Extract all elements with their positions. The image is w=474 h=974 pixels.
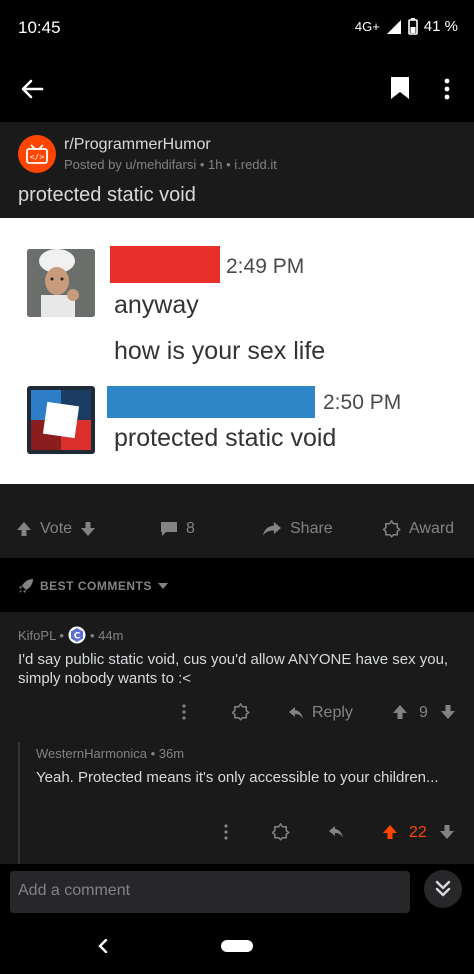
chef-avatar [27, 249, 95, 317]
comment-award-icon[interactable] [232, 703, 250, 721]
comment-score: 9 [419, 704, 428, 721]
reply-downvote-icon[interactable] [439, 824, 455, 840]
svg-text:C: C [74, 632, 81, 642]
reply-award-icon[interactable] [272, 823, 290, 841]
rocket-icon [18, 578, 34, 594]
status-time: 10:45 [18, 18, 61, 37]
post-image[interactable]: 2:49 PM anyway how is your sex life 2:50… [0, 218, 474, 484]
nav-home-pill[interactable] [221, 940, 253, 952]
spacer [0, 484, 474, 502]
comment-upvote-icon[interactable] [392, 704, 408, 720]
reply-upvote-icon[interactable] [382, 824, 398, 840]
back-arrow-icon[interactable] [20, 78, 44, 100]
comment-downvote-icon[interactable] [440, 704, 456, 720]
award-button[interactable]: Award [383, 520, 454, 538]
redacted-name-blue [107, 386, 315, 418]
comment-icon [160, 521, 178, 537]
award-icon [383, 520, 401, 538]
msg1-line2: how is your sex life [114, 337, 326, 365]
comment-text: I'd say public static void, cus you'd al… [18, 651, 449, 687]
bookmark-icon[interactable] [390, 76, 410, 100]
nav-back-icon[interactable] [98, 939, 108, 953]
reply-author[interactable]: WesternHarmonica • 36m [36, 746, 184, 761]
reply-more-icon[interactable] [224, 824, 228, 840]
downvote-icon[interactable] [80, 521, 96, 537]
reply-actions: 22 [220, 822, 460, 844]
status-bar: 10:45 4G+ 41 % [0, 0, 474, 56]
reply-reply-icon[interactable] [328, 825, 344, 839]
more-options-icon[interactable] [444, 78, 450, 100]
reply-text: Yeah. Protected means it's only accessib… [36, 769, 439, 786]
comment-time: • 44m [89, 627, 124, 643]
svg-text:</>: </> [30, 153, 45, 162]
redacted-name-red [110, 246, 220, 283]
comment-actions: Reply 9 [178, 702, 460, 724]
comments-section: KifoPL • C • 44m I'd say public static v… [0, 612, 474, 864]
reply-label: Reply [312, 704, 353, 721]
msg2-time: 2:50 PM [323, 391, 402, 414]
reply-score: 22 [409, 824, 427, 841]
chevron-down-icon [157, 583, 168, 589]
sort-comments-bar[interactable]: BEST COMMENTS [0, 558, 474, 612]
add-comment-input[interactable]: Add a comment [10, 871, 410, 913]
subreddit-name[interactable]: r/ProgrammerHumor [64, 136, 211, 154]
post-action-bar: Vote 8 Share Award [0, 502, 474, 558]
post-title: protected static void [18, 184, 196, 206]
sort-label: BEST COMMENTS [40, 579, 152, 593]
comment-author[interactable]: KifoPL • [18, 628, 64, 643]
post-meta: Posted by u/mehdifarsi • 1h • i.redd.it [64, 157, 277, 172]
reply-button[interactable]: Reply [288, 704, 353, 722]
upvote-icon[interactable] [16, 521, 32, 537]
logo-avatar [27, 386, 95, 454]
comment-header: KifoPL • C • 44m [18, 626, 123, 644]
msg2-line1: protected static void [114, 424, 337, 452]
reply-icon [288, 706, 304, 720]
status-icons: 4G+ 41 % [355, 18, 458, 35]
battery-icon [407, 18, 418, 35]
thread-line[interactable] [18, 742, 20, 864]
sort-selector[interactable]: BEST COMMENTS [18, 578, 168, 594]
vote-label: Vote [40, 520, 73, 537]
comments-button[interactable]: 8 [160, 520, 195, 538]
app-bar [0, 56, 474, 122]
double-chevron-down-icon [434, 880, 452, 898]
comment-more-icon[interactable] [182, 704, 186, 720]
vote-group: Vote [16, 520, 96, 538]
comment-count: 8 [186, 520, 195, 537]
share-label: Share [290, 520, 333, 537]
battery-level: 41 % [423, 18, 458, 35]
jump-to-next-button[interactable] [424, 870, 462, 908]
network-label: 4G+ [354, 19, 380, 34]
share-icon [262, 521, 282, 537]
subreddit-avatar-icon[interactable]: </> [18, 135, 56, 173]
msg1-line1: anyway [114, 291, 199, 319]
msg1-time: 2:49 PM [226, 255, 305, 278]
system-nav-bar [0, 920, 474, 974]
award-label: Award [409, 520, 455, 537]
signal-icon [386, 19, 402, 35]
flair-c-icon: C [68, 626, 86, 644]
share-button[interactable]: Share [262, 520, 333, 538]
